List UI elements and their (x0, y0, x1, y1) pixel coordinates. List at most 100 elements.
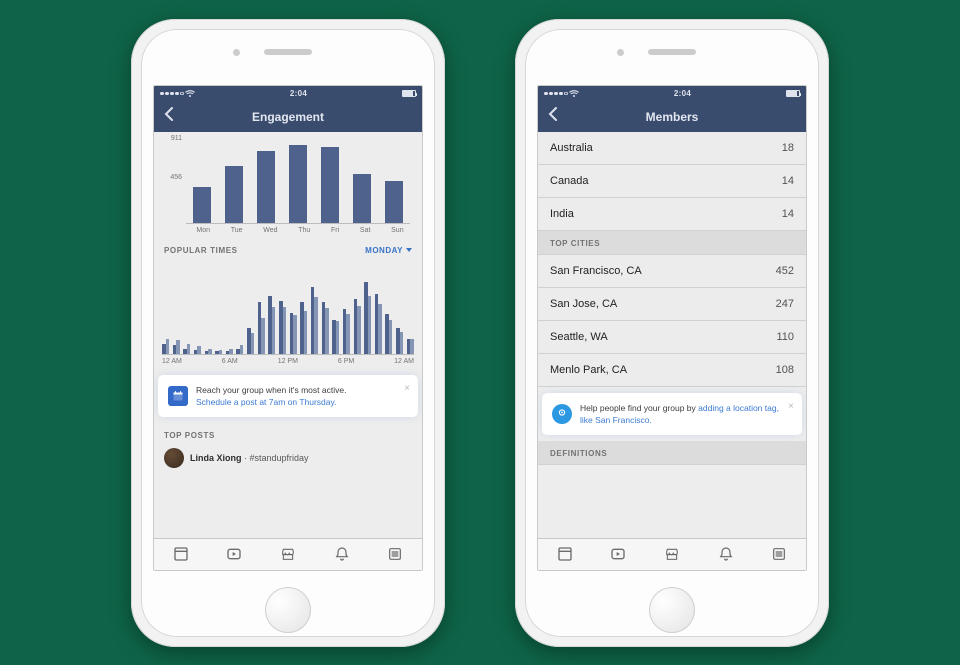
tab-notifications[interactable] (718, 546, 734, 562)
row-value: 14 (782, 175, 794, 187)
signal-icon (544, 90, 579, 98)
hour-bar (183, 344, 190, 354)
phone-speaker (264, 49, 312, 55)
tab-marketplace[interactable] (664, 546, 680, 562)
status-clock: 2:04 (674, 89, 691, 98)
xtick: Mon (196, 227, 210, 234)
row-name: Canada (550, 175, 589, 187)
row-name: San Francisco, CA (550, 265, 642, 277)
close-icon[interactable]: × (404, 383, 410, 394)
home-button[interactable] (265, 587, 311, 633)
popular-times-chart: 12 AM6 AM12 PM6 PM12 AM (154, 259, 422, 369)
tip-link[interactable]: Schedule a post at 7am on Thursday. (196, 397, 337, 407)
top-posts-label: TOP POSTS (154, 423, 422, 444)
list-row[interactable]: India14 (538, 198, 806, 231)
tip-callout[interactable]: Help people find your group by adding a … (544, 395, 800, 433)
status-bar: 2:04 (538, 86, 806, 102)
tab-video[interactable] (610, 546, 626, 562)
location-pin-icon (552, 404, 572, 424)
tab-video[interactable] (226, 546, 242, 562)
hour-bar (364, 282, 371, 354)
hour-bar (311, 287, 318, 354)
home-button[interactable] (649, 587, 695, 633)
hour-bar (407, 339, 414, 354)
hour-bar (194, 346, 201, 354)
status-bar: 2:04 (154, 86, 422, 102)
back-button[interactable] (538, 102, 566, 132)
row-value: 247 (776, 298, 794, 310)
xtick: Wed (263, 227, 277, 234)
close-icon[interactable]: × (788, 401, 794, 412)
tip-callout[interactable]: Reach your group when it's most active. … (160, 377, 416, 415)
hour-bar (343, 309, 350, 354)
xtick: 12 AM (394, 358, 414, 365)
top-post-row[interactable]: Linda Xiong · #standupfriday (154, 444, 422, 468)
tab-menu[interactable] (771, 546, 787, 562)
phone-left: 2:04 Engagement 911 (131, 19, 445, 647)
list-row[interactable]: San Jose, CA247 (538, 288, 806, 321)
hour-bar (226, 349, 233, 354)
screen-members: 2:04 Members Australia18Canada14India14 … (537, 85, 807, 571)
tab-notifications[interactable] (334, 546, 350, 562)
row-name: Seattle, WA (550, 331, 608, 343)
bar-wed (257, 151, 275, 223)
day-dropdown[interactable]: MONDAY (365, 246, 412, 255)
page-title: Members (538, 110, 806, 124)
row-value: 452 (776, 265, 794, 277)
row-value: 110 (776, 331, 794, 343)
row-name: India (550, 208, 574, 220)
hour-bar (205, 349, 212, 354)
xtick: 6 AM (222, 358, 238, 365)
tab-bar (154, 538, 422, 570)
popular-times-label: POPULAR TIMES (164, 246, 238, 255)
list-row[interactable]: San Francisco, CA 452 (538, 255, 806, 288)
tab-feed[interactable] (557, 546, 573, 562)
day-dropdown-label: MONDAY (365, 246, 403, 255)
hour-bar (322, 302, 329, 354)
xtick: Tue (231, 227, 243, 234)
bar-sat (353, 174, 371, 223)
tab-marketplace[interactable] (280, 546, 296, 562)
chevron-down-icon (406, 248, 412, 252)
hour-bar (375, 294, 382, 354)
back-button[interactable] (154, 102, 182, 132)
hour-bar (162, 339, 169, 354)
top-cities-header: TOP CITIES (538, 231, 806, 255)
ytick: 456 (162, 174, 182, 181)
tip-text: Reach your group when it's most active. … (196, 384, 346, 408)
hour-bar (258, 302, 265, 354)
screen-engagement: 2:04 Engagement 911 (153, 85, 423, 571)
phone-camera (617, 49, 624, 56)
tab-bar (538, 538, 806, 570)
hour-bar (290, 313, 297, 354)
signal-icon (160, 90, 195, 98)
tab-feed[interactable] (173, 546, 189, 562)
hour-bar (173, 340, 180, 354)
bar-fri (321, 147, 339, 223)
xtick: 12 PM (278, 358, 298, 365)
bar-thu (289, 145, 307, 223)
hour-bar (215, 350, 222, 354)
phone-camera (233, 49, 240, 56)
calendar-icon (168, 386, 188, 406)
row-name: Menlo Park, CA (550, 364, 627, 376)
engagement-chart: 911 456 MonTueWedThuFriSatSun (154, 132, 422, 240)
xtick: 12 AM (162, 358, 182, 365)
list-row[interactable]: Australia 18 (538, 132, 806, 165)
tip-text: Help people find your group by adding a … (580, 402, 792, 426)
list-row[interactable]: Menlo Park, CA108 (538, 354, 806, 387)
hour-bar (385, 314, 392, 354)
xtick: Fri (331, 227, 339, 234)
hour-bar (268, 296, 275, 354)
hour-bar (236, 345, 243, 354)
list-row[interactable]: Canada 14 (538, 165, 806, 198)
nav-header: Engagement (154, 102, 422, 132)
phone-speaker (648, 49, 696, 55)
definitions-header: DEFINITIONS (538, 441, 806, 465)
xtick: Sun (391, 227, 403, 234)
hour-bar (279, 301, 286, 354)
list-row[interactable]: Seattle, WA 110 (538, 321, 806, 354)
tab-menu[interactable] (387, 546, 403, 562)
row-value: 18 (782, 142, 794, 154)
row-name: Australia (550, 142, 593, 154)
